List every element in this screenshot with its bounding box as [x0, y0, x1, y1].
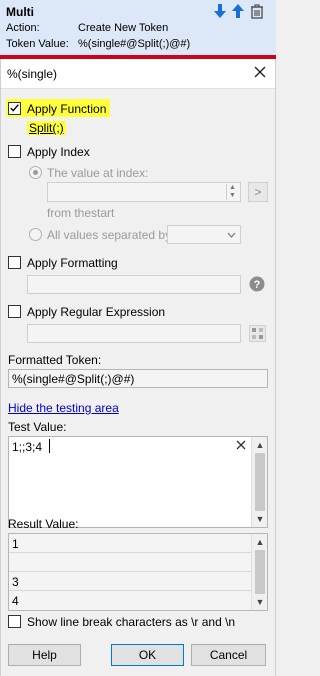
ok-button[interactable]: OK: [111, 644, 184, 666]
test-value-textarea[interactable]: 1;;3;4 ▲ ▼: [8, 436, 268, 528]
close-icon[interactable]: [253, 65, 267, 79]
token-header: Multi Action: Create New Token Token Val…: [0, 0, 276, 55]
apply-function-checkbox[interactable]: [8, 102, 21, 115]
separator-dropdown[interactable]: [167, 225, 241, 244]
split-function-link[interactable]: Split(;): [27, 121, 66, 135]
result-row: 1: [9, 534, 251, 553]
chevron-down-icon: [227, 232, 236, 238]
regex-input[interactable]: [27, 324, 241, 343]
token-value-label: Token Value:: [6, 38, 69, 50]
token-value: %(single#@Split(;)@#): [78, 38, 191, 50]
split-function-text: Split(;): [29, 121, 64, 135]
hide-testing-link[interactable]: Hide the testing area: [8, 401, 119, 415]
apply-regex-checkbox[interactable]: [8, 305, 21, 318]
result-value-scrollbar[interactable]: ▲ ▼: [251, 534, 267, 610]
result-row: [9, 553, 251, 572]
move-up-icon[interactable]: [230, 3, 246, 19]
result-row: 3: [9, 572, 251, 591]
result-value-label: Result Value:: [8, 517, 79, 531]
index-value-input[interactable]: ▲ ▼: [47, 182, 241, 202]
token-dialog: %(single) Apply Function Split(;) Apply …: [0, 59, 276, 676]
result-value-list: 1 3 4 ▲ ▼: [8, 533, 268, 611]
cancel-button[interactable]: Cancel: [191, 644, 266, 666]
start-label: start: [91, 206, 115, 220]
apply-formatting-checkbox[interactable]: [8, 256, 21, 269]
text-caret: [49, 439, 50, 453]
show-line-break-checkbox[interactable]: [8, 615, 21, 628]
svg-text:?: ?: [254, 279, 261, 291]
value-at-index-label: The value at index:: [47, 166, 149, 180]
header-title: Multi: [6, 5, 34, 19]
test-value-label: Test Value:: [8, 420, 67, 434]
all-values-label: All values separated by:: [47, 228, 175, 242]
regex-icon[interactable]: [249, 325, 266, 342]
from-the-label: from the: [47, 206, 92, 220]
clear-icon[interactable]: [235, 439, 247, 451]
formatted-token-label: Formatted Token:: [8, 353, 102, 367]
test-value-scrollbar[interactable]: ▲ ▼: [251, 437, 267, 527]
apply-index-label: Apply Index: [27, 145, 90, 159]
value-at-index-radio[interactable]: [29, 166, 42, 179]
index-spinner[interactable]: ▲ ▼: [226, 184, 238, 200]
apply-formatting-label: Apply Formatting: [27, 256, 118, 270]
result-row: 4: [12, 594, 19, 608]
go-index-button[interactable]: >: [248, 182, 268, 202]
help-icon[interactable]: ?: [249, 276, 265, 292]
all-values-radio[interactable]: [29, 228, 42, 241]
dialog-title-bar: %(single): [1, 59, 275, 89]
trash-icon[interactable]: [249, 3, 265, 19]
apply-index-checkbox[interactable]: [8, 145, 21, 158]
move-down-icon[interactable]: [212, 3, 228, 19]
apply-function-label: Apply Function: [27, 102, 107, 116]
help-button[interactable]: Help: [8, 644, 81, 666]
test-value-text: 1;;3;4: [12, 440, 43, 454]
action-label: Action:: [6, 22, 40, 34]
formatting-input[interactable]: [27, 275, 241, 294]
dialog-title: %(single): [7, 67, 58, 81]
action-value: Create New Token: [78, 22, 169, 34]
show-line-break-label: Show line break characters as \r and \n: [27, 615, 236, 629]
apply-regex-label: Apply Regular Expression: [27, 305, 166, 319]
formatted-token-field: %(single#@Split(;)@#): [8, 369, 268, 388]
